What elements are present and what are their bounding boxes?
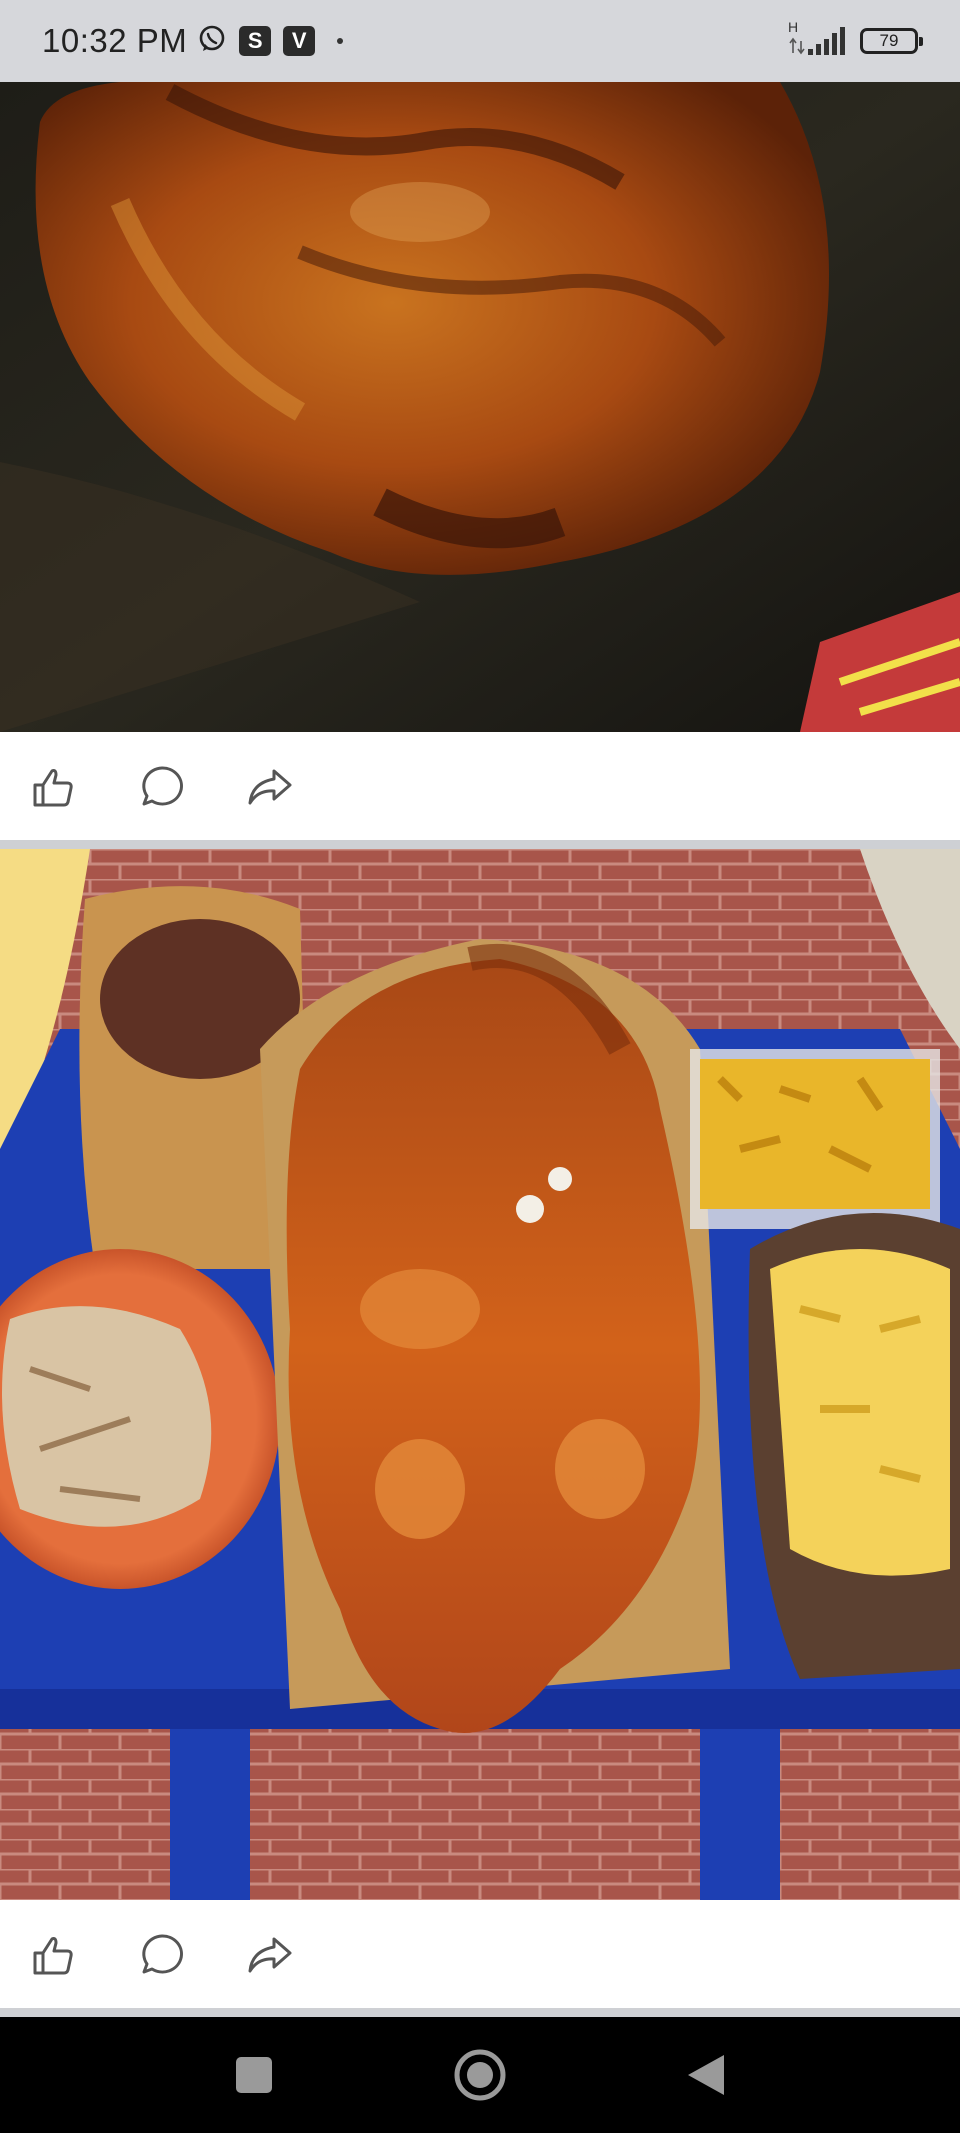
system-navigation-bar (0, 2017, 960, 2133)
like-icon[interactable] (30, 1931, 78, 1979)
signal-icon: H (786, 19, 846, 59)
recents-square-icon[interactable] (226, 2047, 282, 2103)
s-app-icon: S (239, 26, 272, 56)
share-icon[interactable] (246, 1931, 294, 1979)
post-separator (0, 840, 960, 849)
whatsapp-icon (197, 24, 227, 59)
home-circle-icon[interactable] (452, 2047, 508, 2103)
comment-icon[interactable] (138, 1931, 186, 1979)
post-image-roast-meat[interactable] (0, 82, 960, 732)
back-triangle-icon[interactable] (678, 2047, 734, 2103)
post-separator (0, 2008, 960, 2017)
battery-icon: 79 (860, 28, 923, 54)
notification-icons: S V (197, 24, 344, 59)
post-image-roast-pig-feast[interactable] (0, 849, 960, 1900)
more-notifications-dot (337, 38, 344, 44)
post-actions (0, 732, 960, 842)
status-time: 10:32 PM (42, 22, 188, 59)
status-bar: 10:32 PM S V H 79 (0, 0, 960, 82)
share-icon[interactable] (246, 763, 294, 811)
post-actions (0, 1900, 960, 2010)
comment-icon[interactable] (138, 763, 186, 811)
v-app-icon: V (283, 26, 316, 56)
like-icon[interactable] (30, 763, 78, 811)
